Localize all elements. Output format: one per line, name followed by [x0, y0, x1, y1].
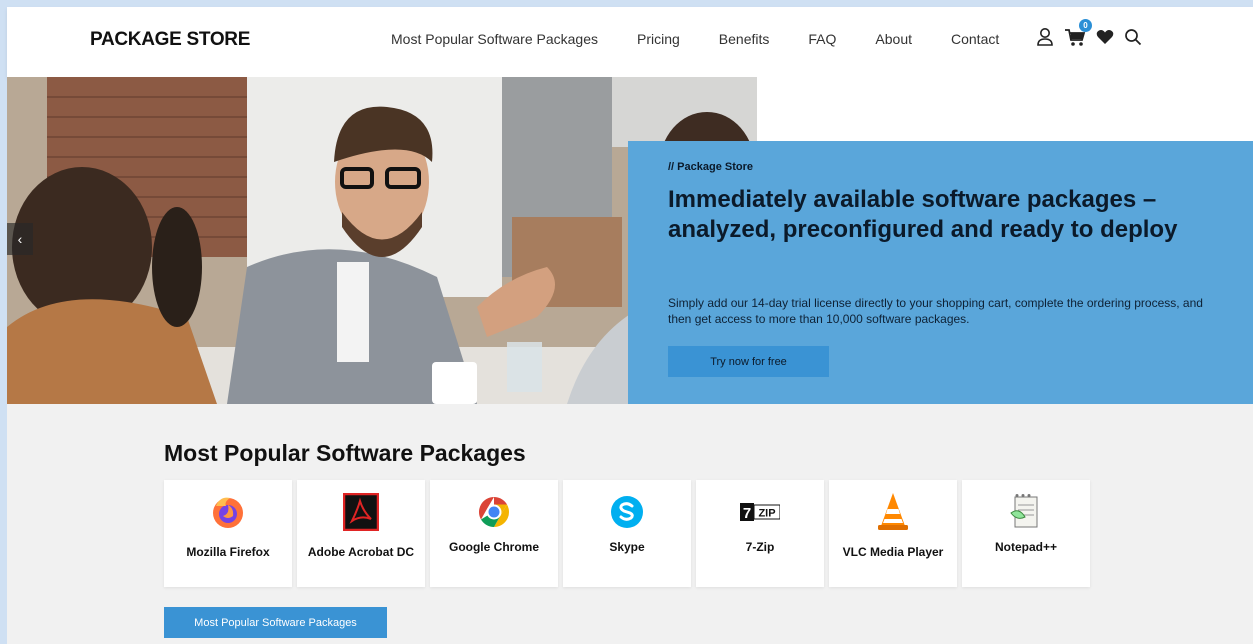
package-name: Notepad++ [994, 540, 1057, 554]
package-card-firefox[interactable]: Mozilla Firefox [164, 480, 292, 587]
search-icon[interactable] [1124, 28, 1142, 46]
nav-contact[interactable]: Contact [951, 31, 999, 47]
skype-icon [611, 496, 643, 528]
package-name: Adobe Acrobat DC [307, 545, 415, 559]
site-logo[interactable]: PACKAGE STORE [90, 29, 250, 51]
acrobat-icon [343, 493, 379, 531]
prev-slide-button[interactable]: ‹ [7, 223, 33, 255]
user-icon[interactable] [1036, 27, 1054, 47]
nav-most-popular[interactable]: Most Popular Software Packages [391, 31, 598, 47]
nav-about[interactable]: About [875, 31, 912, 47]
hero-eyebrow: // Package Store [668, 161, 753, 173]
package-card-skype[interactable]: Skype [563, 480, 691, 587]
header-icons: 0 [1036, 19, 1152, 47]
package-card-vlc[interactable]: VLC Media Player [829, 480, 957, 587]
cart-icon[interactable]: 0 [1064, 19, 1092, 47]
nav-faq[interactable]: FAQ [808, 31, 836, 47]
package-card-notepadpp[interactable]: Notepad++ [962, 480, 1090, 587]
package-name: VLC Media Player [842, 545, 944, 559]
vlc-icon [878, 493, 908, 530]
hero-slider: ‹ › // Package Store Immediately availab… [7, 77, 1253, 404]
svg-text:ZIP: ZIP [758, 508, 775, 520]
hero-subtext: Simply add our 14-day trial license dire… [668, 296, 1203, 326]
7zip-icon: 7 ZIP [740, 503, 780, 522]
chrome-icon [478, 497, 510, 527]
svg-text:7: 7 [743, 505, 751, 522]
package-name: Google Chrome [448, 540, 539, 554]
cart-count-badge: 0 [1079, 19, 1092, 32]
nav-benefits[interactable]: Benefits [719, 31, 770, 47]
section-title: Most Popular Software Packages [164, 440, 526, 466]
package-name: Skype [609, 540, 645, 554]
try-now-button[interactable]: Try now for free [668, 346, 829, 377]
firefox-icon [213, 497, 243, 528]
package-name: Mozilla Firefox [186, 545, 270, 559]
site-header: PACKAGE STORE Most Popular Software Pack… [7, 7, 1253, 77]
package-cards: Mozilla Firefox Adobe Acrobat DC Google … [164, 480, 1095, 587]
hero-content-panel: // Package Store Immediately available s… [628, 141, 1253, 404]
main-nav: Most Popular Software Packages Pricing B… [391, 31, 999, 47]
nav-pricing[interactable]: Pricing [637, 31, 680, 47]
popular-packages-section: Most Popular Software Packages Mozilla F… [7, 404, 1253, 644]
package-card-chrome[interactable]: Google Chrome [430, 480, 558, 587]
package-card-acrobat[interactable]: Adobe Acrobat DC [297, 480, 425, 587]
hero-headline: Immediately available software packages … [668, 186, 1178, 243]
heart-icon[interactable] [1096, 29, 1114, 45]
package-card-7zip[interactable]: 7 ZIP 7-Zip [696, 480, 824, 587]
most-popular-packages-button[interactable]: Most Popular Software Packages [164, 607, 387, 638]
notepadpp-icon [1010, 494, 1038, 528]
package-name: 7-Zip [745, 540, 775, 554]
